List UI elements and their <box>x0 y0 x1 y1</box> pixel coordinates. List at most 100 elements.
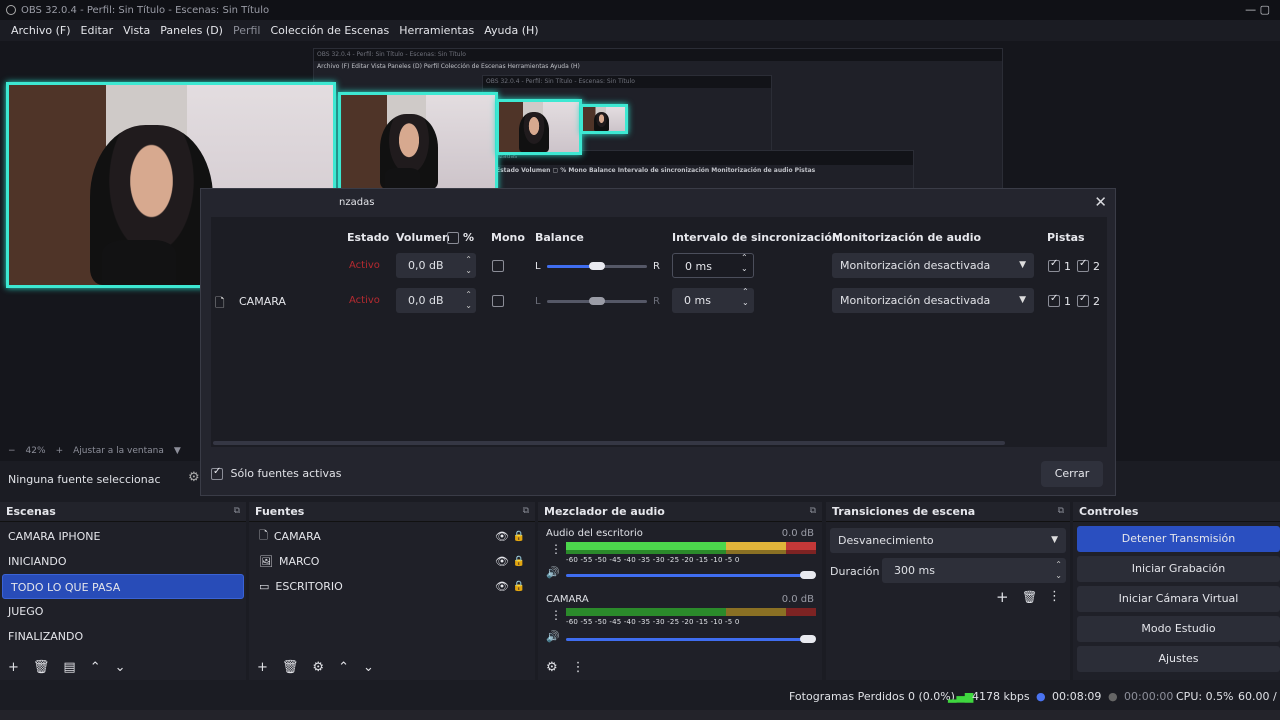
settings-button[interactable]: Ajustes <box>1077 646 1280 672</box>
zoom-out-button[interactable]: − <box>8 446 16 456</box>
add-icon[interactable]: + <box>8 660 19 675</box>
gear-icon[interactable]: ⚙ <box>546 660 558 675</box>
source-icon: 🗋 <box>215 296 225 310</box>
more-options-icon[interactable]: ⋮ <box>572 660 585 675</box>
menu-coleccion-escenas[interactable]: Colección de Escenas <box>266 24 395 37</box>
volume-slider-handle[interactable] <box>800 571 816 579</box>
stop-streaming-button[interactable]: Detener Transmisión <box>1077 526 1280 552</box>
lock-icon[interactable]: 🔒 <box>513 556 525 567</box>
spin-arrows-icon[interactable]: ⌃ ⌄ <box>741 252 751 277</box>
speaker-icon[interactable]: 🔊 <box>546 566 560 579</box>
row1-balance-left: L <box>535 261 541 272</box>
studio-mode-button[interactable]: Modo Estudio <box>1077 616 1280 642</box>
zoom-in-button[interactable]: + <box>56 446 64 456</box>
gear-icon[interactable]: ⚙ <box>188 470 200 485</box>
only-active-option[interactable]: Sólo fuentes activas <box>211 466 342 480</box>
scene-item[interactable]: JUEGO <box>0 599 246 624</box>
window-controls[interactable]: — ▢ <box>1245 3 1270 16</box>
no-source-bar: Ninguna fuente seleccionac ⚙ <box>0 464 200 494</box>
row2-sync-offset-input[interactable]: 0 ms ⌃ ⌄ <box>672 286 754 313</box>
row1-track1-checkbox[interactable] <box>1048 258 1060 272</box>
row1-balance-handle[interactable] <box>589 262 605 270</box>
source-item[interactable]: 🗋 CAMARA 👁 🔒 <box>249 524 535 549</box>
zoom-level: 42% <box>25 446 46 456</box>
obs-logo-icon <box>6 5 16 15</box>
undock-icon[interactable]: ⧉ <box>1058 506 1064 516</box>
chevron-down-icon[interactable]: ⌄ <box>363 660 374 675</box>
menu-herramientas[interactable]: Herramientas <box>394 24 479 37</box>
status-bar: Fotogramas Perdidos 0 (0.0%) ▂▄▆ 4178 kb… <box>0 682 1280 710</box>
header-volumen: Volumen <box>396 231 450 244</box>
menu-archivo[interactable]: Archivo (F) <box>6 24 76 37</box>
menu-editar[interactable]: Editar <box>76 24 119 37</box>
undock-icon[interactable]: ⧉ <box>523 506 529 516</box>
scene-item[interactable]: FINALIZANDO <box>0 624 246 649</box>
trash-icon[interactable]: 🗑 <box>33 660 50 675</box>
eye-icon[interactable]: 👁 <box>495 530 509 543</box>
source-item[interactable]: ▭ ESCRITORIO 👁 🔒 <box>249 574 535 599</box>
live-time: 00:08:09 <box>1052 690 1102 703</box>
zoom-fit-select[interactable]: Ajustar a la ventana <box>73 446 164 456</box>
volume-slider[interactable] <box>566 638 806 641</box>
gear-icon[interactable]: ⚙ <box>312 660 324 675</box>
menu-perfil[interactable]: Perfil <box>228 24 266 37</box>
add-icon[interactable]: + <box>996 588 1009 606</box>
row2-balance-handle[interactable] <box>589 297 605 305</box>
row1-sync-offset-input[interactable]: 0 ms ⌃ ⌄ <box>672 253 754 278</box>
trash-icon[interactable]: 🗑 <box>1022 590 1037 604</box>
filter-icon[interactable]: ▤ <box>63 660 75 675</box>
source-item[interactable]: 🖼 MARCO 👁 🔒 <box>249 549 535 574</box>
row2-mono-checkbox[interactable] <box>492 295 504 307</box>
bitrate: 4178 kbps <box>972 690 1030 703</box>
chevron-down-icon[interactable]: ⌄ <box>115 660 126 675</box>
lock-icon[interactable]: 🔒 <box>513 581 525 592</box>
add-icon[interactable]: + <box>257 660 268 675</box>
row2-monitoring-select[interactable]: Monitorización desactivada ▼ <box>832 288 1034 313</box>
row1-track2-checkbox[interactable] <box>1077 258 1089 272</box>
undock-icon[interactable]: ⧉ <box>810 506 816 516</box>
trash-icon[interactable]: 🗑 <box>282 660 299 675</box>
speaker-icon[interactable]: 🔊 <box>546 630 560 643</box>
scene-item-selected[interactable]: TODO LO QUE PASA <box>2 574 244 599</box>
volume-slider[interactable] <box>566 574 806 577</box>
menu-vista[interactable]: Vista <box>118 24 155 37</box>
transition-select[interactable]: Desvanecimiento ▼ <box>830 528 1066 553</box>
more-options-icon[interactable]: ⋮ <box>1048 589 1061 604</box>
start-virtual-camera-button[interactable]: Iniciar Cámara Virtual <box>1077 586 1280 612</box>
menu-paneles[interactable]: Paneles (D) <box>155 24 228 37</box>
volume-slider-handle[interactable] <box>800 635 816 643</box>
percent-checkbox[interactable] <box>447 232 459 244</box>
row2-track2-checkbox[interactable] <box>1077 293 1089 307</box>
sources-toolbar: + 🗑 ⚙ ⌃ ⌄ <box>249 654 535 680</box>
spin-arrows-icon[interactable]: ⌃ ⌄ <box>1055 559 1062 581</box>
header-estado: Estado <box>347 231 390 244</box>
lock-icon[interactable]: 🔒 <box>513 531 525 542</box>
undock-icon[interactable]: ⧉ <box>234 506 240 516</box>
row1-mono-checkbox[interactable] <box>492 260 504 272</box>
start-recording-button[interactable]: Iniciar Grabación <box>1077 556 1280 582</box>
duration-spinbox[interactable]: 300 ms ⌃ ⌄ <box>882 558 1066 583</box>
more-options-icon[interactable]: ⋮ <box>550 608 562 622</box>
row2-volume-spinbox[interactable]: 0,0 dB ⌃ ⌄ <box>396 288 476 313</box>
advanced-audio-dialog: nzadas ✕ Estado Volumen % Mono Balance I… <box>200 188 1116 496</box>
scene-item[interactable]: CAMARA IPHONE <box>0 524 246 549</box>
close-icon[interactable]: ✕ <box>1094 193 1107 211</box>
more-options-icon[interactable]: ⋮ <box>550 542 562 556</box>
menu-ayuda[interactable]: Ayuda (H) <box>479 24 543 37</box>
eye-icon[interactable]: 👁 <box>495 580 509 593</box>
eye-icon[interactable]: 👁 <box>495 555 509 568</box>
close-button[interactable]: Cerrar <box>1041 461 1103 487</box>
row1-monitoring-select[interactable]: Monitorización desactivada ▼ <box>832 253 1034 278</box>
preview-zoom-bar: − 42% + Ajustar a la ventana ▼ <box>0 443 200 459</box>
horizontal-scrollbar[interactable] <box>213 441 1005 445</box>
row2-track1-checkbox[interactable] <box>1048 293 1060 307</box>
scene-item[interactable]: INICIANDO <box>0 549 246 574</box>
spin-arrows-icon[interactable]: ⌃ ⌄ <box>742 286 752 311</box>
chevron-down-icon[interactable]: ▼ <box>174 446 181 456</box>
chevron-up-icon[interactable]: ⌃ <box>90 660 101 675</box>
spin-arrows-icon[interactable]: ⌃ ⌄ <box>465 289 472 311</box>
row1-volume-spinbox[interactable]: 0,0 dB ⌃ ⌄ <box>396 253 476 278</box>
chevron-up-icon[interactable]: ⌃ <box>338 660 349 675</box>
only-active-checkbox[interactable] <box>211 466 223 480</box>
spin-arrows-icon[interactable]: ⌃ ⌄ <box>465 254 472 276</box>
